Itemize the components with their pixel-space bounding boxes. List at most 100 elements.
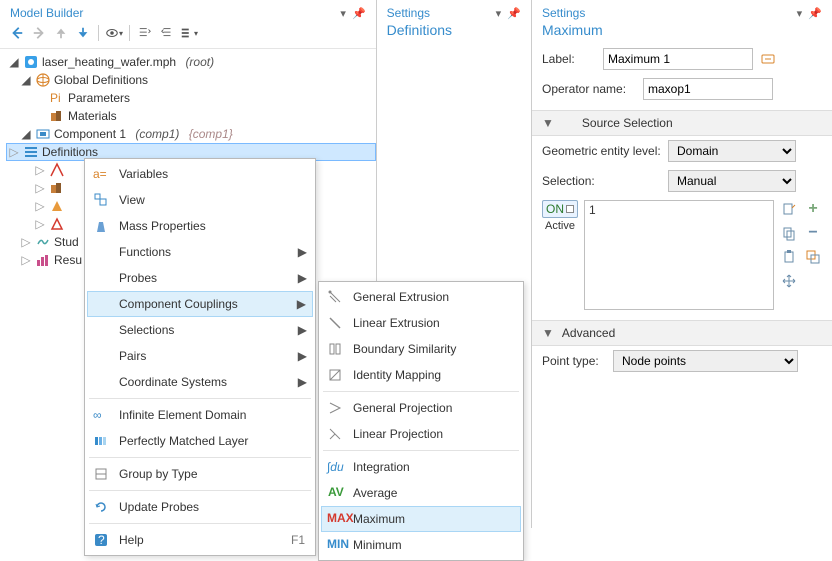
paste-button[interactable]: [780, 200, 798, 218]
eye-button[interactable]: ▾: [105, 24, 123, 42]
ctx-pml[interactable]: Perfectly Matched Layer: [87, 428, 313, 454]
sub-linear-extrusion[interactable]: Linear Extrusion: [321, 310, 521, 336]
infinite-icon: ∞: [91, 406, 111, 424]
point-type-select[interactable]: Node points: [613, 350, 798, 372]
copy-button[interactable]: [780, 224, 798, 242]
forward-button[interactable]: [30, 24, 48, 42]
ctx-group-by-type[interactable]: Group by Type: [87, 461, 313, 487]
selection-list[interactable]: 1: [584, 200, 774, 310]
move-button[interactable]: [780, 272, 798, 290]
settings-subtitle-right: Maximum: [532, 22, 832, 44]
svg-text:MIN: MIN: [327, 537, 349, 551]
maximum-icon: MAX: [325, 510, 345, 528]
sub-integration[interactable]: ∫duIntegration: [321, 454, 521, 480]
sub-general-projection[interactable]: General Projection: [321, 395, 521, 421]
panel-controls-right[interactable]: ▾ 📌: [797, 7, 822, 20]
label-link-icon[interactable]: [759, 50, 777, 68]
sub-identity-mapping[interactable]: Identity Mapping: [321, 362, 521, 388]
identity-icon: [325, 366, 345, 384]
clipboard-button[interactable]: [780, 248, 798, 266]
svg-text:∫du: ∫du: [326, 460, 344, 474]
ctx-update-probes[interactable]: Update Probes: [87, 494, 313, 520]
gen-proj-icon: [325, 399, 345, 417]
tree-component[interactable]: ◢ Component 1 (comp1) {comp1}: [6, 125, 376, 143]
label-label: Label:: [542, 52, 597, 66]
down-button[interactable]: [74, 24, 92, 42]
list-menu-button[interactable]: ▾: [180, 24, 198, 42]
sub-maximum[interactable]: MAXMaximum: [321, 506, 521, 532]
svg-text:MAX: MAX: [327, 511, 354, 525]
operator-name-label: Operator name:: [542, 82, 637, 96]
linear-ext-icon: [325, 314, 345, 332]
panel-controls-left[interactable]: ▾ 📌: [340, 7, 365, 20]
point-type-label: Point type:: [542, 354, 607, 368]
model-builder-toolbar: ▾ ▾: [0, 22, 376, 49]
view-icon: [91, 191, 111, 209]
svg-text:?: ?: [98, 533, 105, 547]
parameters-icon: Pi: [49, 90, 65, 106]
zoom-button[interactable]: [804, 248, 822, 266]
svg-text:Pi: Pi: [50, 91, 61, 105]
ctx-selections[interactable]: Selections▶: [87, 317, 313, 343]
up-button[interactable]: [52, 24, 70, 42]
collapse-all-button[interactable]: [136, 24, 154, 42]
geo-entity-label: Geometric entity level:: [542, 144, 662, 158]
operator-name-input[interactable]: [643, 78, 773, 100]
settings-title-middle: Settings: [387, 6, 430, 20]
extrusion-icon: [325, 288, 345, 306]
average-icon: AV: [325, 484, 345, 502]
help-icon: ?: [91, 531, 111, 549]
ctx-infinite-element[interactable]: ∞Infinite Element Domain: [87, 402, 313, 428]
sub-linear-projection[interactable]: Linear Projection: [321, 421, 521, 447]
tree-parameters[interactable]: Pi Parameters: [6, 89, 376, 107]
submenu-arrow-icon: ▶: [298, 245, 307, 259]
ctx-variables[interactable]: a=Variables: [87, 161, 313, 187]
svg-text:a=: a=: [93, 167, 107, 181]
ctx-pairs[interactable]: Pairs▶: [87, 343, 313, 369]
label-input[interactable]: [603, 48, 753, 70]
materials-sub-icon: [49, 180, 65, 196]
settings-title-right: Settings: [542, 6, 585, 20]
active-label: Active: [545, 220, 575, 232]
ctx-component-couplings[interactable]: Component Couplings▶: [87, 291, 313, 317]
tree-materials[interactable]: Materials: [6, 107, 376, 125]
group-icon: [91, 465, 111, 483]
ctx-view[interactable]: View: [87, 187, 313, 213]
sub-boundary-similarity[interactable]: Boundary Similarity: [321, 336, 521, 362]
panel-controls-middle[interactable]: ▾ 📌: [496, 7, 521, 20]
geo-entity-select[interactable]: Domain: [668, 140, 796, 162]
ctx-coord-systems[interactable]: Coordinate Systems▶: [87, 369, 313, 395]
svg-text:AV: AV: [328, 485, 344, 499]
sub-general-extrusion[interactable]: General Extrusion: [321, 284, 521, 310]
tree-root[interactable]: ◢ laser_heating_wafer.mph (root): [6, 53, 376, 71]
svg-text:∞: ∞: [93, 408, 102, 422]
component-icon: [35, 126, 51, 142]
chevron-down-icon: ▼: [542, 326, 554, 340]
ctx-probes[interactable]: Probes▶: [87, 265, 313, 291]
ctx-help[interactable]: ?HelpF1: [87, 527, 313, 553]
pml-icon: [91, 432, 111, 450]
globe-icon: [35, 72, 51, 88]
axis-icon: [49, 162, 65, 178]
source-selection-header[interactable]: ▼ Source Selection: [532, 110, 832, 136]
expand-all-button[interactable]: [158, 24, 176, 42]
settings-subtitle-middle: Definitions: [377, 22, 531, 44]
study-icon: [35, 234, 51, 250]
tree-global-defs[interactable]: ◢ Global Definitions: [6, 71, 376, 89]
add-button[interactable]: +: [804, 200, 822, 218]
mass-icon: [91, 217, 111, 235]
mph-file-icon: [23, 54, 39, 70]
ctx-mass[interactable]: Mass Properties: [87, 213, 313, 239]
sub-average[interactable]: AVAverage: [321, 480, 521, 506]
remove-button[interactable]: −: [804, 224, 822, 242]
selection-label: Selection:: [542, 174, 662, 188]
advanced-header[interactable]: ▼ Advanced: [532, 320, 832, 346]
sub-minimum[interactable]: MINMinimum: [321, 532, 521, 558]
active-toggle[interactable]: ON: [542, 200, 578, 218]
model-builder-title: Model Builder: [10, 6, 83, 20]
minimum-icon: MIN: [325, 536, 345, 554]
selection-select[interactable]: Manual: [668, 170, 796, 192]
warning-icon: [49, 216, 65, 232]
back-button[interactable]: [8, 24, 26, 42]
ctx-functions[interactable]: Functions▶: [87, 239, 313, 265]
